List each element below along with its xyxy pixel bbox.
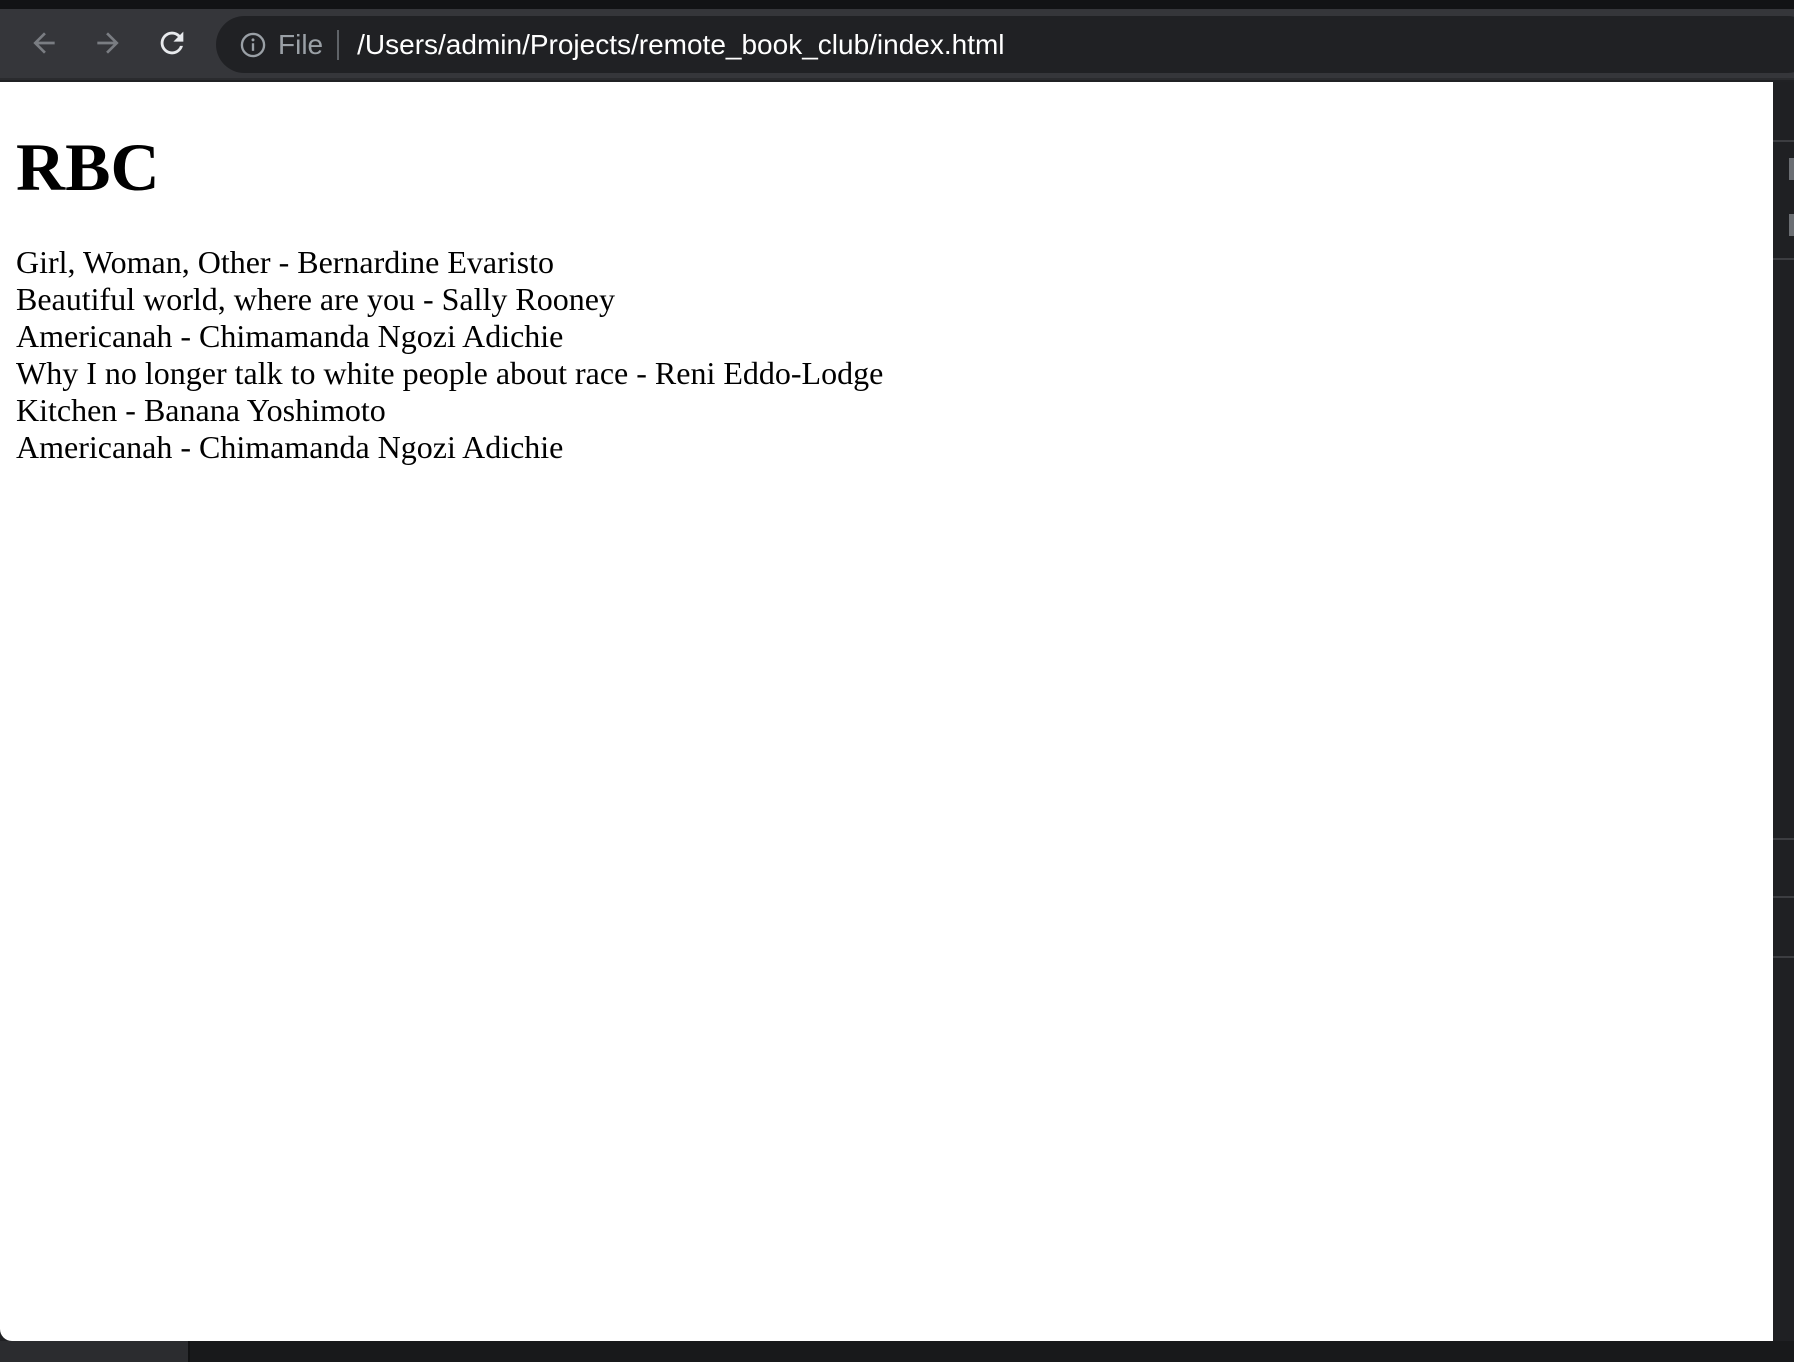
url-text[interactable]: /Users/admin/Projects/remote_book_club/i… [357, 29, 1004, 61]
forward-button[interactable] [88, 23, 128, 63]
address-bar[interactable]: File /Users/admin/Projects/remote_book_c… [216, 16, 1794, 73]
side-panel-divider [1773, 838, 1794, 840]
back-button[interactable] [24, 23, 64, 63]
reload-icon [160, 31, 184, 55]
side-panel-tab[interactable] [1789, 214, 1794, 236]
bottom-panel-tab [0, 1341, 190, 1362]
side-panel-divider [1773, 258, 1794, 260]
side-panel-tab[interactable] [1789, 158, 1794, 180]
reload-button[interactable] [152, 23, 192, 63]
window-top-edge [0, 0, 1794, 9]
book-list-item: Why I no longer talk to white people abo… [16, 355, 884, 392]
browser-toolbar: File /Users/admin/Projects/remote_book_c… [0, 9, 1794, 80]
url-scheme-label: File [278, 28, 324, 60]
browser-window: File /Users/admin/Projects/remote_book_c… [0, 0, 1794, 1362]
side-panel-divider [1773, 956, 1794, 958]
arrow-left-icon [33, 32, 55, 54]
arrow-right-icon [97, 32, 119, 54]
book-list-item: Kitchen - Banana Yoshimoto [16, 392, 386, 429]
info-icon[interactable] [238, 30, 268, 60]
book-list-item: Americanah - Chimamanda Ngozi Adichie [16, 318, 564, 355]
book-list: Girl, Woman, Other - Bernardine Evaristo… [16, 244, 1757, 466]
window-bottom-edge [0, 1341, 1794, 1362]
page-content: RBC Girl, Woman, Other - Bernardine Evar… [0, 82, 1773, 482]
book-list-item: Americanah - Chimamanda Ngozi Adichie [16, 429, 564, 466]
side-panel-edge [1773, 82, 1794, 1341]
book-list-item: Girl, Woman, Other - Bernardine Evaristo [16, 244, 555, 281]
page-viewport: RBC Girl, Woman, Other - Bernardine Evar… [0, 82, 1773, 1341]
book-list-item: Beautiful world, where are you - Sally R… [16, 281, 615, 318]
side-panel-divider [1773, 140, 1794, 142]
page-title: RBC [16, 129, 160, 205]
omnibox-divider [337, 29, 340, 60]
side-panel-divider [1773, 896, 1794, 898]
